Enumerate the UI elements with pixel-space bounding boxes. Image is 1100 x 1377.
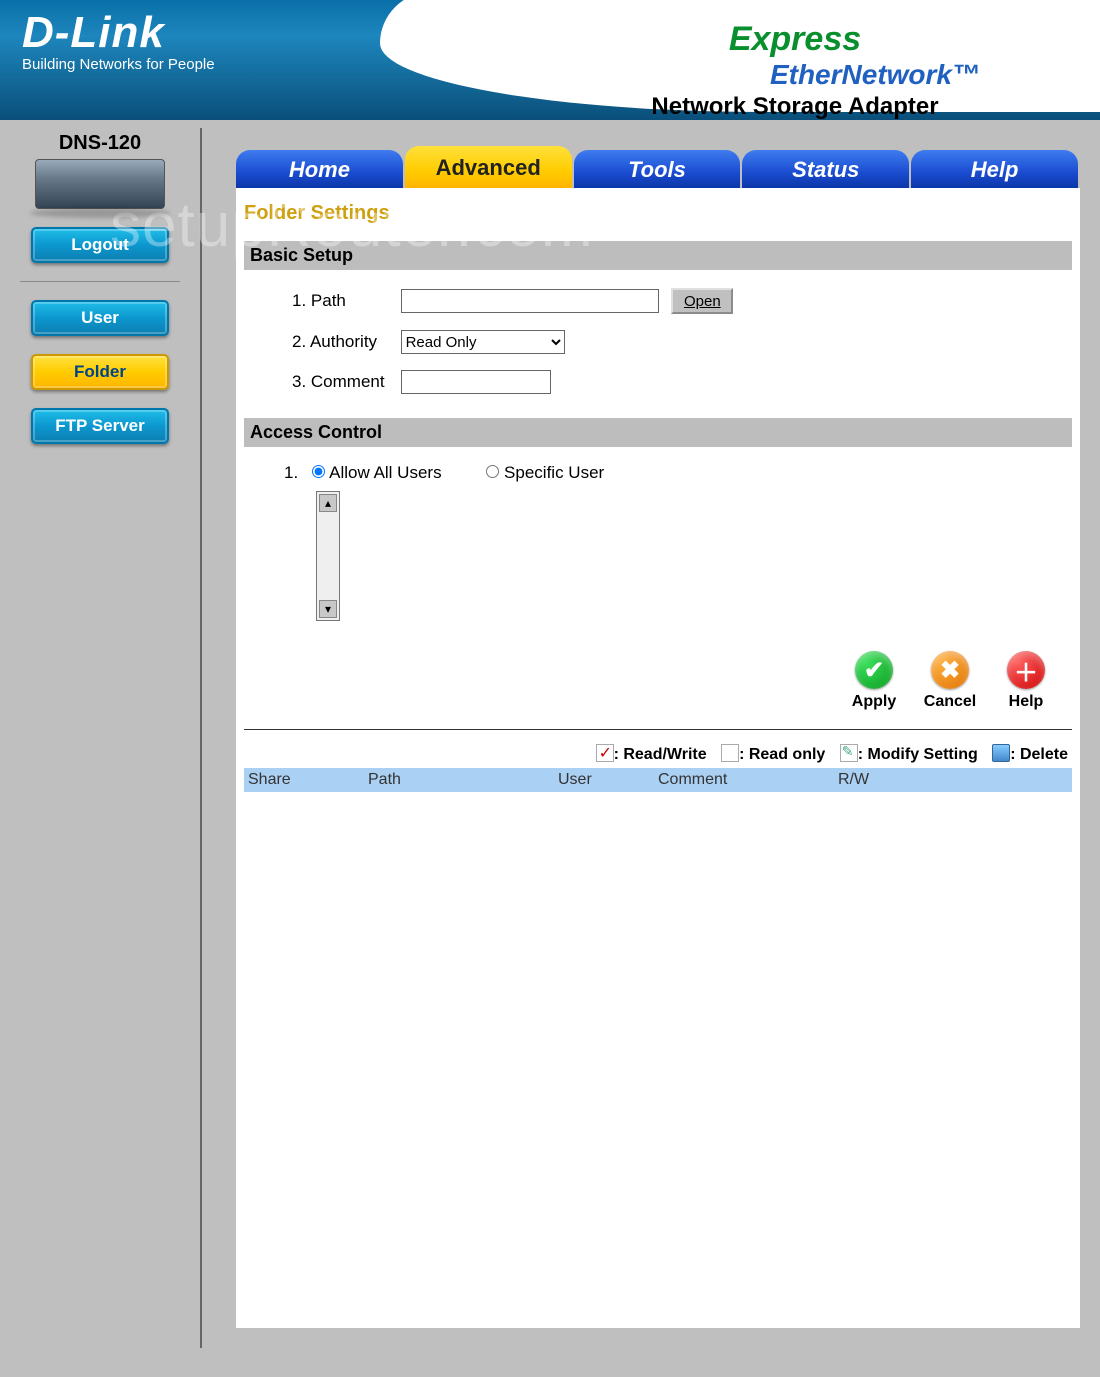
read-only-icon (721, 744, 739, 762)
access-control-row: 1. Allow All Users Specific User (284, 463, 1072, 483)
product-line-label: Network Storage Adapter (570, 93, 1020, 120)
logout-button[interactable]: Logout (31, 227, 169, 263)
brand-logo: D-Link (22, 8, 215, 58)
tab-bar: Home Advanced Tools Status Help (236, 146, 1080, 188)
basic-setup-form: 1. Path Open 2. Authority Read Only Read… (284, 280, 741, 402)
header-banner: D-Link Building Networks for People Expr… (0, 0, 1100, 120)
legend-delete: : Delete (1010, 746, 1068, 763)
device-model: DNS-120 (0, 132, 200, 155)
x-icon: ✖ (931, 651, 969, 689)
express-label: Express (570, 20, 1020, 59)
user-listbox[interactable]: ▴ ▾ (316, 491, 340, 621)
tab-home[interactable]: Home (236, 150, 403, 188)
tab-tools[interactable]: Tools (574, 150, 741, 188)
plus-icon: ＋ (1007, 651, 1045, 689)
ethernetwork-label: EtherNetwork™ (570, 59, 980, 91)
col-rw: R/W (838, 771, 898, 789)
comment-input[interactable] (401, 370, 551, 394)
product-branding: Express EtherNetwork™ Network Storage Ad… (570, 20, 1020, 120)
access-number: 1. (284, 463, 298, 482)
apply-button[interactable]: ✔ Apply (844, 651, 904, 711)
tab-help[interactable]: Help (911, 150, 1078, 188)
radio-specific-user[interactable]: Specific User (486, 463, 604, 482)
legend-row: : Read/Write : Read only : Modify Settin… (244, 740, 1072, 768)
content-panel: Folder Settings Basic Setup 1. Path Open… (236, 188, 1080, 1328)
cancel-label: Cancel (920, 693, 980, 711)
apply-label: Apply (844, 693, 904, 711)
radio-allow-all-label: Allow All Users (329, 463, 441, 482)
sidebar: DNS-120 Logout User Folder FTP Server (0, 120, 200, 1348)
col-comment: Comment (658, 771, 838, 789)
read-write-icon (596, 744, 614, 762)
path-input[interactable] (401, 289, 659, 313)
authority-label: 2. Authority (284, 322, 393, 362)
col-path: Path (368, 771, 558, 789)
radio-specific-label: Specific User (504, 463, 604, 482)
sidebar-item-ftp-server[interactable]: FTP Server (31, 408, 169, 444)
authority-select[interactable]: Read Only Read/Write (401, 330, 565, 354)
col-share: Share (248, 771, 368, 789)
device-image (35, 159, 165, 209)
tab-advanced[interactable]: Advanced (405, 146, 572, 188)
help-label: Help (996, 693, 1056, 711)
help-button[interactable]: ＋ Help (996, 651, 1056, 711)
col-user: User (558, 771, 658, 789)
page-title: Folder Settings (244, 202, 1072, 225)
radio-specific-input[interactable] (486, 465, 499, 478)
brand-tagline: Building Networks for People (22, 56, 215, 73)
brand-logo-block: D-Link Building Networks for People (22, 8, 215, 73)
delete-icon (992, 744, 1010, 762)
radio-allow-all-users[interactable]: Allow All Users (312, 463, 446, 482)
section-basic-setup: Basic Setup (244, 241, 1072, 270)
sidebar-divider (20, 281, 180, 282)
legend-read-only: : Read only (739, 746, 825, 763)
radio-allow-all-input[interactable] (312, 465, 325, 478)
sidebar-item-folder[interactable]: Folder (31, 354, 169, 390)
path-label: 1. Path (284, 280, 393, 322)
sidebar-item-user[interactable]: User (31, 300, 169, 336)
scroll-down-icon[interactable]: ▾ (319, 600, 337, 618)
cancel-button[interactable]: ✖ Cancel (920, 651, 980, 711)
open-button[interactable]: Open (671, 288, 733, 314)
horizontal-divider (244, 729, 1072, 730)
share-table-header: Share Path User Comment R/W (244, 768, 1072, 792)
modify-icon (840, 744, 858, 762)
action-buttons: ✔ Apply ✖ Cancel ＋ Help (244, 651, 1056, 711)
checkmark-icon: ✔ (855, 651, 893, 689)
legend-read-write: : Read/Write (614, 746, 707, 763)
scroll-up-icon[interactable]: ▴ (319, 494, 337, 512)
legend-modify: : Modify Setting (858, 746, 978, 763)
tab-status[interactable]: Status (742, 150, 909, 188)
section-access-control: Access Control (244, 418, 1072, 447)
comment-label: 3. Comment (284, 362, 393, 402)
